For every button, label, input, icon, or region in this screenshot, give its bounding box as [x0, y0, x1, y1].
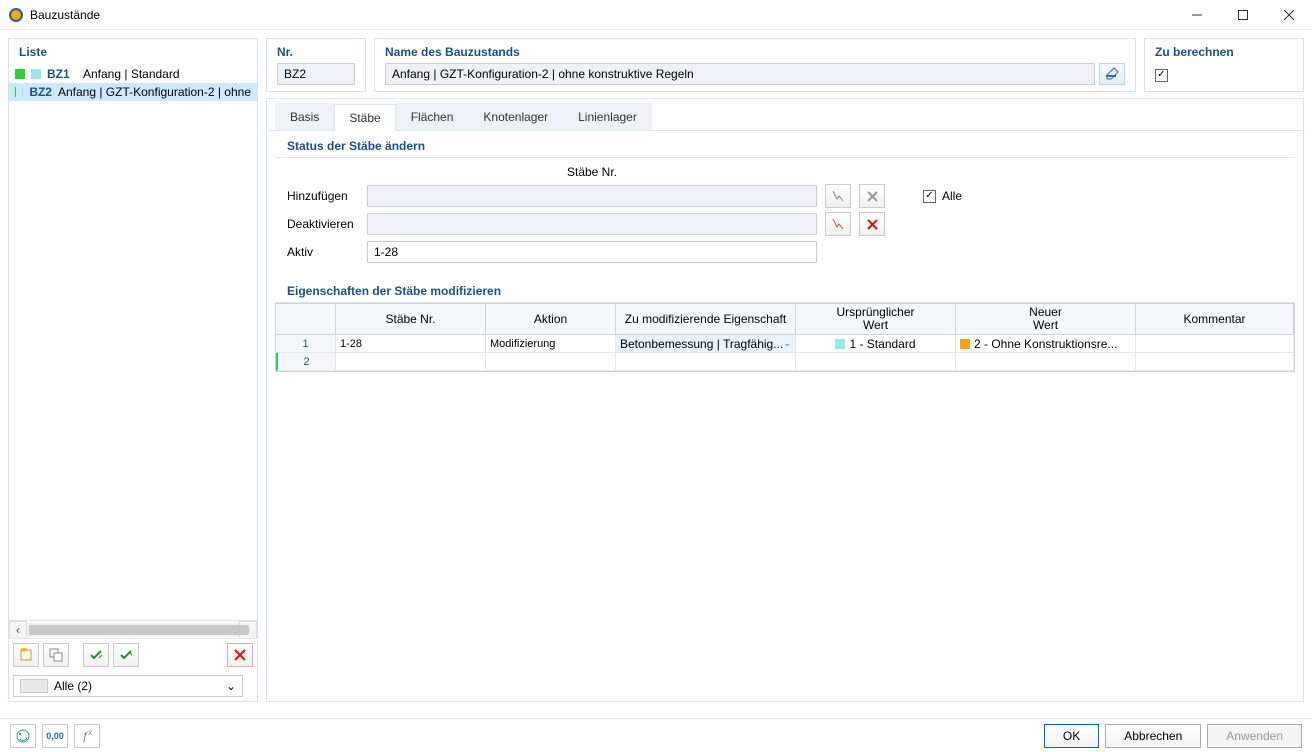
active-label: Aktiv [287, 245, 359, 259]
list-panel: Liste BZ1 Anfang | Standard BZ2 Anfang |… [8, 38, 258, 702]
units-button[interactable]: 0,00 [42, 724, 68, 748]
row-number: 1 [276, 335, 336, 353]
list-item-id: BZ1 [47, 67, 77, 81]
filter-color-icon [20, 679, 48, 693]
pick-add-button[interactable] [825, 184, 851, 208]
cell-comment[interactable] [1136, 353, 1294, 371]
cell-original-value[interactable] [796, 353, 956, 371]
name-input[interactable]: Anfang | GZT-Konfiguration-2 | ohne kons… [385, 63, 1095, 85]
list-item-id: BZ2 [29, 85, 52, 99]
clear-deact-button[interactable] [859, 212, 885, 236]
nr-group: Nr. BZ2 [266, 38, 366, 92]
detail-panel: Nr. BZ2 Name des Bauzustands Anfang | GZ… [266, 38, 1304, 702]
list-items: BZ1 Anfang | Standard BZ2 Anfang | GZT-K… [9, 65, 257, 620]
calc-label: Zu berechnen [1155, 45, 1293, 59]
add-label: Hinzufügen [287, 189, 359, 203]
list-item-name: Anfang | Standard [83, 67, 180, 81]
minimize-button[interactable] [1174, 0, 1220, 30]
fx-button[interactable]: ƒx [74, 724, 100, 748]
deactivate-input[interactable] [367, 213, 817, 235]
maximize-button[interactable] [1220, 0, 1266, 30]
status-form: Stäbe Nr. Hinzufügen ✓ Alle Deaktivieren [275, 158, 1295, 276]
nr-input[interactable]: BZ2 [277, 63, 355, 85]
cell-aktion[interactable] [486, 353, 616, 371]
table-row[interactable]: 1 1-28 Modifizierung Betonbemessung | Tr… [276, 335, 1294, 353]
check-out-button[interactable] [113, 643, 139, 667]
list-item[interactable]: BZ2 Anfang | GZT-Konfiguration-2 | ohne [9, 83, 257, 101]
color-chip-icon [835, 339, 845, 349]
status-square-icon [15, 87, 16, 97]
list-item[interactable]: BZ1 Anfang | Standard [9, 65, 257, 83]
calc-group: Zu berechnen ✓ [1144, 38, 1304, 92]
cell-new-value[interactable] [956, 353, 1136, 371]
check-in-button[interactable] [83, 643, 109, 667]
tab-staebe[interactable]: Stäbe [334, 104, 395, 131]
tab-knotenlager[interactable]: Knotenlager [468, 103, 563, 130]
dialog-footer: 0,00 ƒx OK Abbrechen Anwenden [0, 718, 1312, 752]
cell-aktion[interactable]: Modifizierung [486, 335, 616, 353]
row-number: 2 [276, 353, 336, 371]
alle-checkbox[interactable]: ✓ [923, 190, 936, 203]
tab-flaechen[interactable]: Flächen [396, 103, 469, 130]
status-square-icon [15, 69, 25, 79]
clear-add-button[interactable] [859, 184, 885, 208]
window-title: Bauzustände [30, 8, 1174, 22]
color-square-icon [31, 69, 41, 79]
name-group: Name des Bauzustands Anfang | GZT-Konfig… [374, 38, 1136, 92]
cancel-button[interactable]: Abbrechen [1105, 724, 1201, 748]
status-section-title: Status der Stäbe ändern [275, 131, 1295, 158]
cell-staebe[interactable]: 1-28 [336, 335, 486, 353]
tab-basis[interactable]: Basis [275, 103, 334, 130]
deactivate-label: Deaktivieren [287, 217, 359, 231]
delete-button[interactable] [227, 643, 253, 667]
window-controls [1174, 0, 1312, 30]
active-value: 1-28 [367, 241, 817, 263]
app-icon [8, 7, 24, 23]
add-input[interactable] [367, 185, 817, 207]
horizontal-scrollbar[interactable]: ‹ › [9, 620, 257, 638]
list-toolbar: ✶ [9, 638, 257, 671]
title-bar: Bauzustände [0, 0, 1312, 30]
table-row[interactable]: 2 [276, 353, 1294, 371]
filter-dropdown[interactable]: Alle (2) ⌄ [13, 675, 243, 697]
close-button[interactable] [1266, 0, 1312, 30]
cell-mod-property-dropdown[interactable]: Betonbemessung | Tragfähig... ⌄ Betonbem… [616, 335, 796, 353]
calc-checkbox[interactable]: ✓ [1155, 69, 1168, 82]
ok-button[interactable]: OK [1044, 724, 1099, 748]
color-chip-icon [960, 339, 970, 349]
cell-mod-property[interactable] [616, 353, 796, 371]
cell-new-value[interactable]: 2 - Ohne Konstruktionsre... [956, 335, 1136, 353]
edit-name-button[interactable] [1099, 63, 1125, 85]
nr-label: Nr. [277, 45, 355, 59]
svg-text:✶: ✶ [19, 648, 29, 657]
copy-button[interactable] [43, 643, 69, 667]
color-square-icon [22, 87, 23, 97]
apply-button[interactable]: Anwenden [1207, 724, 1302, 748]
filter-label: Alle (2) [54, 679, 92, 693]
cell-original-value[interactable]: 1 - Standard [796, 335, 956, 353]
chevron-down-icon: ⌄ [226, 679, 236, 693]
grid-header: Stäbe Nr. Aktion Zu modifizierende Eigen… [276, 304, 1294, 335]
pick-deact-button[interactable] [825, 212, 851, 236]
tab-linienlager[interactable]: Linienlager [563, 103, 652, 130]
new-button[interactable]: ✶ [13, 643, 39, 667]
cell-comment[interactable] [1136, 335, 1294, 353]
alle-label: Alle [942, 189, 962, 203]
mod-section-title: Eigenschaften der Stäbe modifizieren [275, 276, 1295, 303]
scroll-left-icon[interactable]: ‹ [9, 621, 27, 639]
help-button[interactable] [10, 724, 36, 748]
cell-staebe[interactable] [336, 353, 486, 371]
list-item-name: Anfang | GZT-Konfiguration-2 | ohne [58, 85, 251, 99]
chevron-down-icon: ⌄ [783, 338, 791, 349]
col-header-staebe-nr: Stäbe Nr. [367, 165, 817, 179]
name-label: Name des Bauzustands [385, 45, 1125, 59]
tabs: Basis Stäbe Flächen Knotenlager Linienla… [267, 103, 1303, 131]
list-title: Liste [9, 39, 257, 65]
properties-grid: Stäbe Nr. Aktion Zu modifizierende Eigen… [275, 303, 1295, 372]
